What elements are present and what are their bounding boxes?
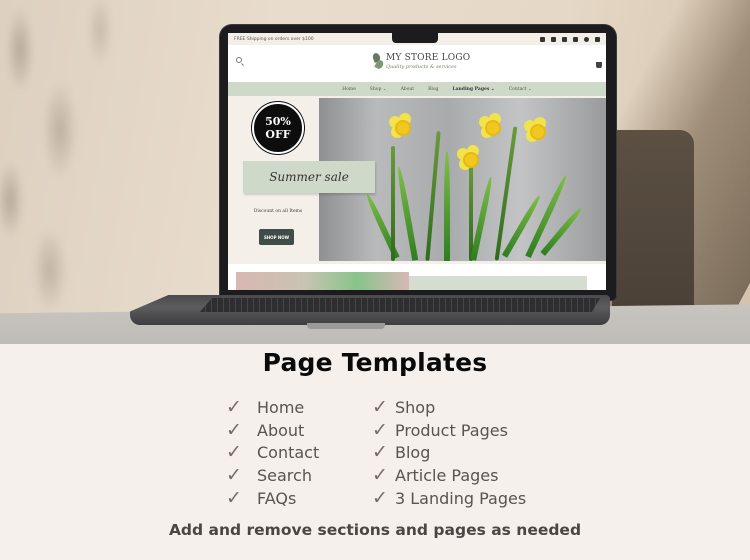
announcement-text: FREE Shipping on orders over $100 bbox=[234, 36, 314, 42]
badge-percent: 50% bbox=[265, 115, 291, 128]
checkmark-icon: ✓ bbox=[226, 487, 242, 510]
list-item: ✓ Home bbox=[226, 396, 319, 419]
template-list-right: ✓ Shop ✓ Product Pages ✓ Blog ✓ Article Page… bbox=[372, 396, 526, 510]
list-item: ✓ Shop bbox=[372, 396, 526, 419]
leaf-logo-icon bbox=[371, 52, 385, 71]
checkmark-icon: ✓ bbox=[372, 487, 388, 510]
nav-item-about[interactable]: About bbox=[401, 87, 415, 92]
template-list-left: ✓ Home ✓ About ✓ Contact ✓ Search ✓ FAQs bbox=[226, 396, 319, 510]
list-item: ✓ Contact bbox=[226, 442, 319, 465]
hero-banner: 50% OFF Summer sale Discount on all Item… bbox=[228, 96, 606, 264]
laptop-keyboard bbox=[200, 298, 600, 312]
list-item-label: Home bbox=[257, 397, 305, 417]
checkmark-icon: ✓ bbox=[372, 418, 388, 441]
list-item: ✓ 3 Landing Pages bbox=[372, 487, 526, 510]
list-item: ✓ FAQs bbox=[226, 487, 319, 510]
list-item-label: Contact bbox=[257, 443, 320, 463]
page-title: Page Templates bbox=[262, 348, 488, 377]
tiktok-icon[interactable] bbox=[562, 36, 567, 42]
checkmark-icon: ✓ bbox=[226, 395, 242, 418]
list-item: ✓ Blog bbox=[372, 442, 526, 465]
footer-note: Add and remove sections and pages as nee… bbox=[168, 521, 582, 539]
laptop-mockup-photo: FREE Shipping on orders over $100 MY STO… bbox=[0, 0, 750, 344]
list-item: ✓ Search bbox=[226, 464, 319, 487]
laptop-lip bbox=[307, 323, 385, 329]
badge-off: OFF bbox=[265, 128, 291, 141]
hero-subtext: Discount on all Items bbox=[253, 209, 303, 214]
list-item-label: FAQs bbox=[257, 489, 297, 509]
store-logo[interactable]: MY STORE LOGO Quality products & service… bbox=[371, 52, 471, 71]
cart-icon[interactable] bbox=[596, 62, 602, 68]
sale-heading: Summer sale bbox=[243, 161, 375, 193]
social-icons bbox=[540, 36, 600, 42]
nav-item-blog[interactable]: Blog bbox=[428, 87, 438, 92]
main-nav: Home Shop ⌄ About Blog Landing Pages ⌄ C… bbox=[228, 82, 606, 96]
checkmark-icon: ✓ bbox=[226, 418, 242, 441]
logo-title: MY STORE LOGO bbox=[386, 53, 471, 63]
list-item: ✓ Article Pages bbox=[372, 464, 526, 487]
store-header: MY STORE LOGO Quality products & service… bbox=[228, 45, 606, 82]
logo-tagline: Quality products & services bbox=[386, 64, 457, 70]
list-item-label: Shop bbox=[395, 397, 436, 417]
laptop-screen: FREE Shipping on orders over $100 MY STO… bbox=[228, 33, 606, 290]
checkmark-icon: ✓ bbox=[226, 441, 242, 464]
plant-shadow-decoration bbox=[0, 0, 170, 330]
search-icon[interactable] bbox=[236, 57, 242, 63]
list-item-label: Product Pages bbox=[395, 420, 508, 440]
section-image bbox=[236, 272, 409, 290]
list-item: ✓ About bbox=[226, 419, 319, 442]
next-section-preview bbox=[228, 264, 606, 290]
facebook-icon[interactable] bbox=[551, 36, 556, 42]
checkmark-icon: ✓ bbox=[372, 464, 388, 487]
shop-now-button[interactable]: SHOP NOW bbox=[259, 229, 294, 245]
nav-item-contact[interactable]: Contact ⌄ bbox=[509, 87, 532, 92]
discount-badge: 50% OFF bbox=[252, 102, 304, 154]
list-item-label: Blog bbox=[395, 443, 431, 463]
nav-item-landing-pages[interactable]: Landing Pages ⌄ bbox=[452, 87, 494, 92]
list-item-label: 3 Landing Pages bbox=[395, 489, 527, 509]
pinterest-icon[interactable] bbox=[584, 36, 589, 42]
instagram-icon[interactable] bbox=[573, 36, 578, 42]
list-item-label: Search bbox=[257, 466, 312, 486]
checkmark-icon: ✓ bbox=[372, 441, 388, 464]
list-item: ✓ Product Pages bbox=[372, 419, 526, 442]
youtube-icon[interactable] bbox=[595, 36, 600, 42]
checkmark-icon: ✓ bbox=[372, 395, 388, 418]
nav-item-home[interactable]: Home bbox=[342, 87, 356, 92]
checkmark-icon: ✓ bbox=[226, 464, 242, 487]
section-text-block bbox=[409, 276, 587, 290]
list-item-label: About bbox=[257, 420, 305, 440]
camera-notch bbox=[392, 33, 438, 43]
list-item-label: Article Pages bbox=[395, 466, 499, 486]
twitter-icon[interactable] bbox=[540, 36, 545, 42]
background-panel bbox=[612, 130, 694, 318]
nav-item-shop[interactable]: Shop ⌄ bbox=[370, 87, 387, 92]
